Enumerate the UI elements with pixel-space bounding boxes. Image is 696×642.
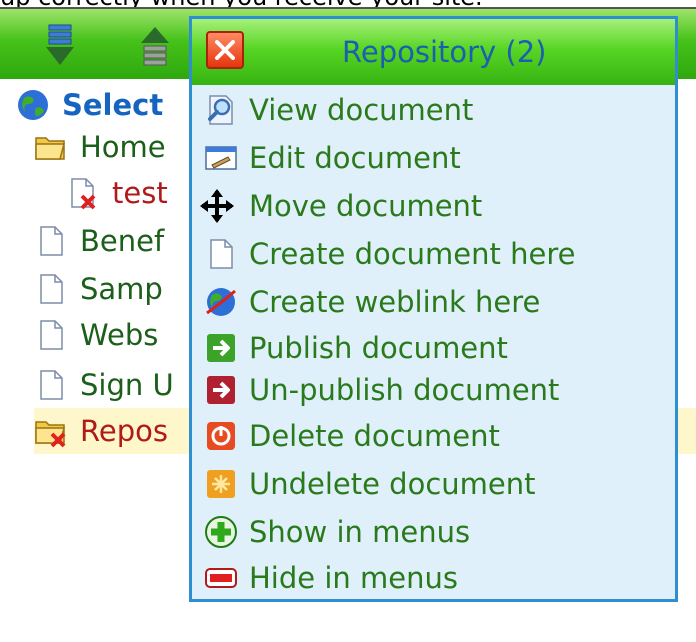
plus-icon [205, 516, 237, 548]
tree-item-sign[interactable]: Sign U [34, 362, 174, 408]
menu-item-view-document[interactable]: View document [204, 87, 669, 133]
menu-item-publish-document[interactable]: Publish document [204, 325, 669, 371]
menu-item-move-document[interactable]: Move document [200, 183, 665, 229]
minus-icon [205, 568, 237, 588]
menu-item-undelete-document[interactable]: Undelete document [204, 461, 669, 507]
menu-item-label: Create document here [249, 237, 576, 271]
menu-item-label: Edit document [249, 141, 461, 175]
undelete-sparkle-icon [207, 470, 235, 498]
tree-item-label: Benef [80, 224, 165, 258]
menu-item-label: Un-publish document [249, 373, 560, 407]
menu-item-label: Undelete document [249, 467, 536, 501]
tree-item-test[interactable]: test [66, 170, 168, 216]
menu-item-label: Create weblink here [249, 285, 541, 319]
menu-item-label: Publish document [249, 331, 508, 365]
menu-item-label: View document [249, 93, 474, 127]
document-icon [210, 239, 233, 269]
menu-item-label: Delete document [249, 419, 500, 453]
context-menu-header: Repository (2) [192, 19, 675, 85]
menu-item-unpublish-document[interactable]: Un-publish document [204, 367, 669, 413]
move-arrows-icon [200, 189, 234, 223]
magnifier-icon [208, 95, 233, 125]
delete-power-icon [207, 422, 235, 450]
menu-item-show-in-menus[interactable]: Show in menus [204, 509, 669, 555]
context-menu: Repository (2) View document Edit docume… [189, 16, 678, 602]
tree-item-label: Webs [80, 318, 159, 352]
tree-item-label: test [112, 176, 168, 210]
tree-item-webs[interactable]: Webs [34, 312, 158, 358]
publish-arrow-icon [207, 334, 235, 362]
tree-item-benef[interactable]: Benef [34, 218, 164, 264]
menu-item-edit-document[interactable]: Edit document [204, 135, 669, 181]
globe-icon [18, 90, 48, 120]
menu-item-delete-document[interactable]: Delete document [204, 413, 669, 459]
context-menu-title: Repository (2) [342, 35, 547, 69]
menu-item-create-document[interactable]: Create document here [204, 231, 669, 277]
folder-open-icon [35, 137, 65, 160]
document-icon [40, 370, 63, 400]
tree-item-label: Sign U [80, 368, 174, 402]
expand-all-icon[interactable] [40, 23, 80, 69]
weblink-globe-icon [206, 288, 236, 316]
tree-item-root[interactable]: Select [16, 82, 163, 128]
unpublish-arrow-icon [207, 376, 235, 404]
tree-item-home[interactable]: Home [34, 124, 166, 170]
document-deleted-icon [71, 178, 96, 210]
tree-item-label: Home [80, 130, 166, 164]
menu-item-create-weblink[interactable]: Create weblink here [204, 279, 669, 325]
menu-item-label: Move document [249, 189, 483, 223]
collapse-all-icon[interactable] [135, 23, 175, 69]
document-icon [40, 226, 63, 256]
tree-item-label: Select [62, 88, 164, 122]
folder-deleted-icon [35, 421, 66, 448]
edit-icon [205, 146, 237, 170]
tree-item-label: Samp [80, 272, 163, 306]
tree-item-samp[interactable]: Samp [34, 266, 163, 312]
menu-item-label: Hide in menus [249, 561, 458, 595]
tree-item-label: Repos [80, 414, 168, 448]
menu-item-hide-in-menus[interactable]: Hide in menus [204, 555, 669, 601]
close-icon[interactable] [206, 31, 244, 69]
menu-item-label: Show in menus [249, 515, 471, 549]
document-icon [40, 320, 63, 350]
document-icon [40, 274, 63, 304]
